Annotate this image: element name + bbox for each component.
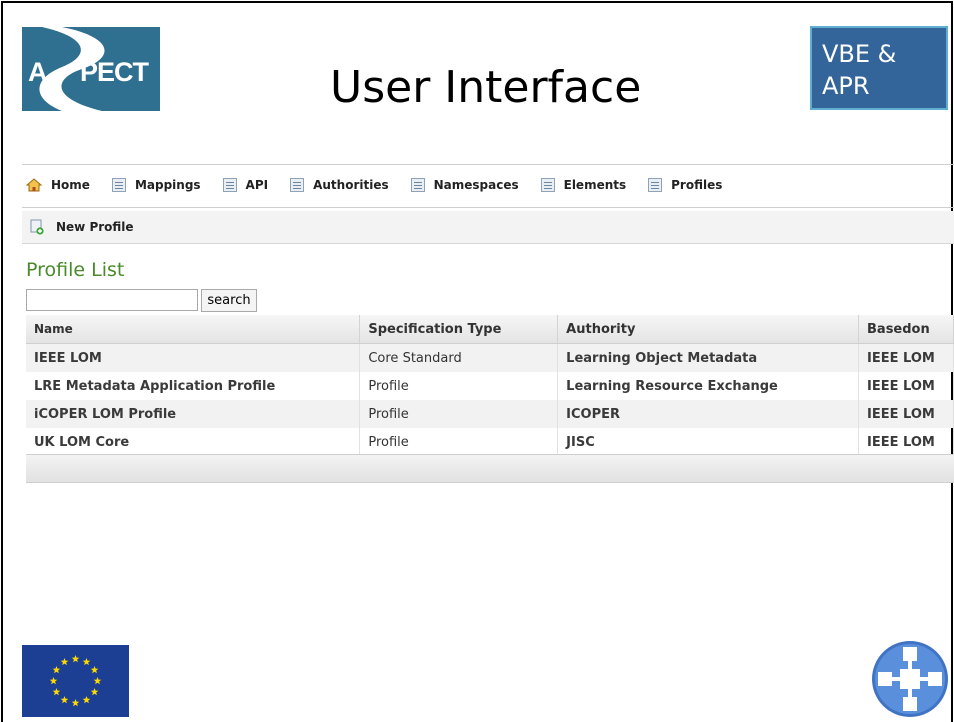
nav-label: Elements xyxy=(563,178,627,192)
column-header-spec-type[interactable]: Specification Type xyxy=(359,315,559,344)
network-logo xyxy=(872,641,948,717)
cell-authority[interactable]: ICOPER xyxy=(557,400,860,428)
cell-authority[interactable]: Learning Object Metadata xyxy=(557,343,860,372)
table-row[interactable]: IEEE LOM Core Standard Learning Object M… xyxy=(26,343,954,372)
cell-name[interactable]: iCOPER LOM Profile xyxy=(26,400,361,428)
logo-letter: A xyxy=(28,57,47,87)
nav-item-mappings[interactable]: Mappings xyxy=(111,178,201,192)
document-icon xyxy=(648,178,663,192)
cell-basedon[interactable]: IEEE LOM xyxy=(858,428,954,456)
nav-label: Home xyxy=(51,178,90,192)
logo-word: PECT xyxy=(80,57,149,87)
divider xyxy=(22,207,954,208)
cell-basedon[interactable]: IEEE LOM xyxy=(858,400,954,428)
search-button[interactable]: search xyxy=(201,289,257,312)
eu-flag-logo xyxy=(22,645,129,717)
column-header-basedon[interactable]: Basedon xyxy=(858,315,954,344)
column-header-authority[interactable]: Authority xyxy=(557,315,860,344)
document-icon xyxy=(540,178,555,192)
cell-name[interactable]: UK LOM Core xyxy=(26,428,361,456)
main-nav: Home Mappings API Authorities Namespaces… xyxy=(22,170,954,200)
cell-authority[interactable]: JISC xyxy=(557,428,860,456)
cell-basedon[interactable]: IEEE LOM xyxy=(858,343,954,372)
table-row[interactable]: UK LOM Core Profile JISC IEEE LOM xyxy=(26,428,954,456)
nav-label: Namespaces xyxy=(433,178,519,192)
new-profile-label: New Profile xyxy=(56,220,134,234)
cell-spec-type: Profile xyxy=(359,400,559,428)
cell-authority[interactable]: Learning Resource Exchange xyxy=(557,372,860,400)
table-footer xyxy=(26,454,954,483)
profile-table: Name Specification Type Authority Basedo… xyxy=(26,315,954,456)
column-header-name[interactable]: Name xyxy=(26,315,361,344)
aspect-logo: A PECT xyxy=(22,27,160,111)
document-icon xyxy=(222,178,237,192)
new-profile-button[interactable]: New Profile xyxy=(30,219,134,235)
cell-name[interactable]: LRE Metadata Application Profile xyxy=(26,372,361,400)
nav-label: Profiles xyxy=(671,178,723,192)
cell-spec-type: Profile xyxy=(359,428,559,456)
cell-name[interactable]: IEEE LOM xyxy=(26,343,361,372)
badge-line-2: APR xyxy=(822,72,870,100)
nav-item-home[interactable]: Home xyxy=(26,178,90,192)
table-row[interactable]: iCOPER LOM Profile Profile ICOPER IEEE L… xyxy=(26,400,954,428)
divider xyxy=(22,164,954,165)
home-icon xyxy=(26,178,42,192)
action-toolbar: New Profile xyxy=(22,211,954,244)
new-document-icon xyxy=(30,219,44,235)
nav-item-namespaces[interactable]: Namespaces xyxy=(410,178,519,192)
nav-item-profiles[interactable]: Profiles xyxy=(648,178,722,192)
cell-spec-type: Profile xyxy=(359,372,559,400)
nav-item-api[interactable]: API xyxy=(222,178,269,192)
nav-label: Mappings xyxy=(134,178,201,192)
table-header-row: Name Specification Type Authority Basedo… xyxy=(26,315,954,344)
document-icon xyxy=(111,178,126,192)
page-title: Profile List xyxy=(26,259,125,281)
nav-item-elements[interactable]: Elements xyxy=(540,178,627,192)
nav-label: API xyxy=(245,178,269,192)
cell-basedon[interactable]: IEEE LOM xyxy=(858,372,954,400)
badge-line-1: VBE & xyxy=(822,40,897,68)
document-icon xyxy=(290,178,305,192)
search-input[interactable] xyxy=(26,289,198,311)
cell-spec-type: Core Standard xyxy=(359,343,559,372)
nav-label: Authorities xyxy=(313,178,389,192)
vbe-apr-badge: VBE & APR xyxy=(810,26,948,110)
document-icon xyxy=(410,178,425,192)
nav-item-authorities[interactable]: Authorities xyxy=(290,178,389,192)
table-row[interactable]: LRE Metadata Application Profile Profile… xyxy=(26,372,954,400)
slide-title: User Interface xyxy=(330,62,642,113)
